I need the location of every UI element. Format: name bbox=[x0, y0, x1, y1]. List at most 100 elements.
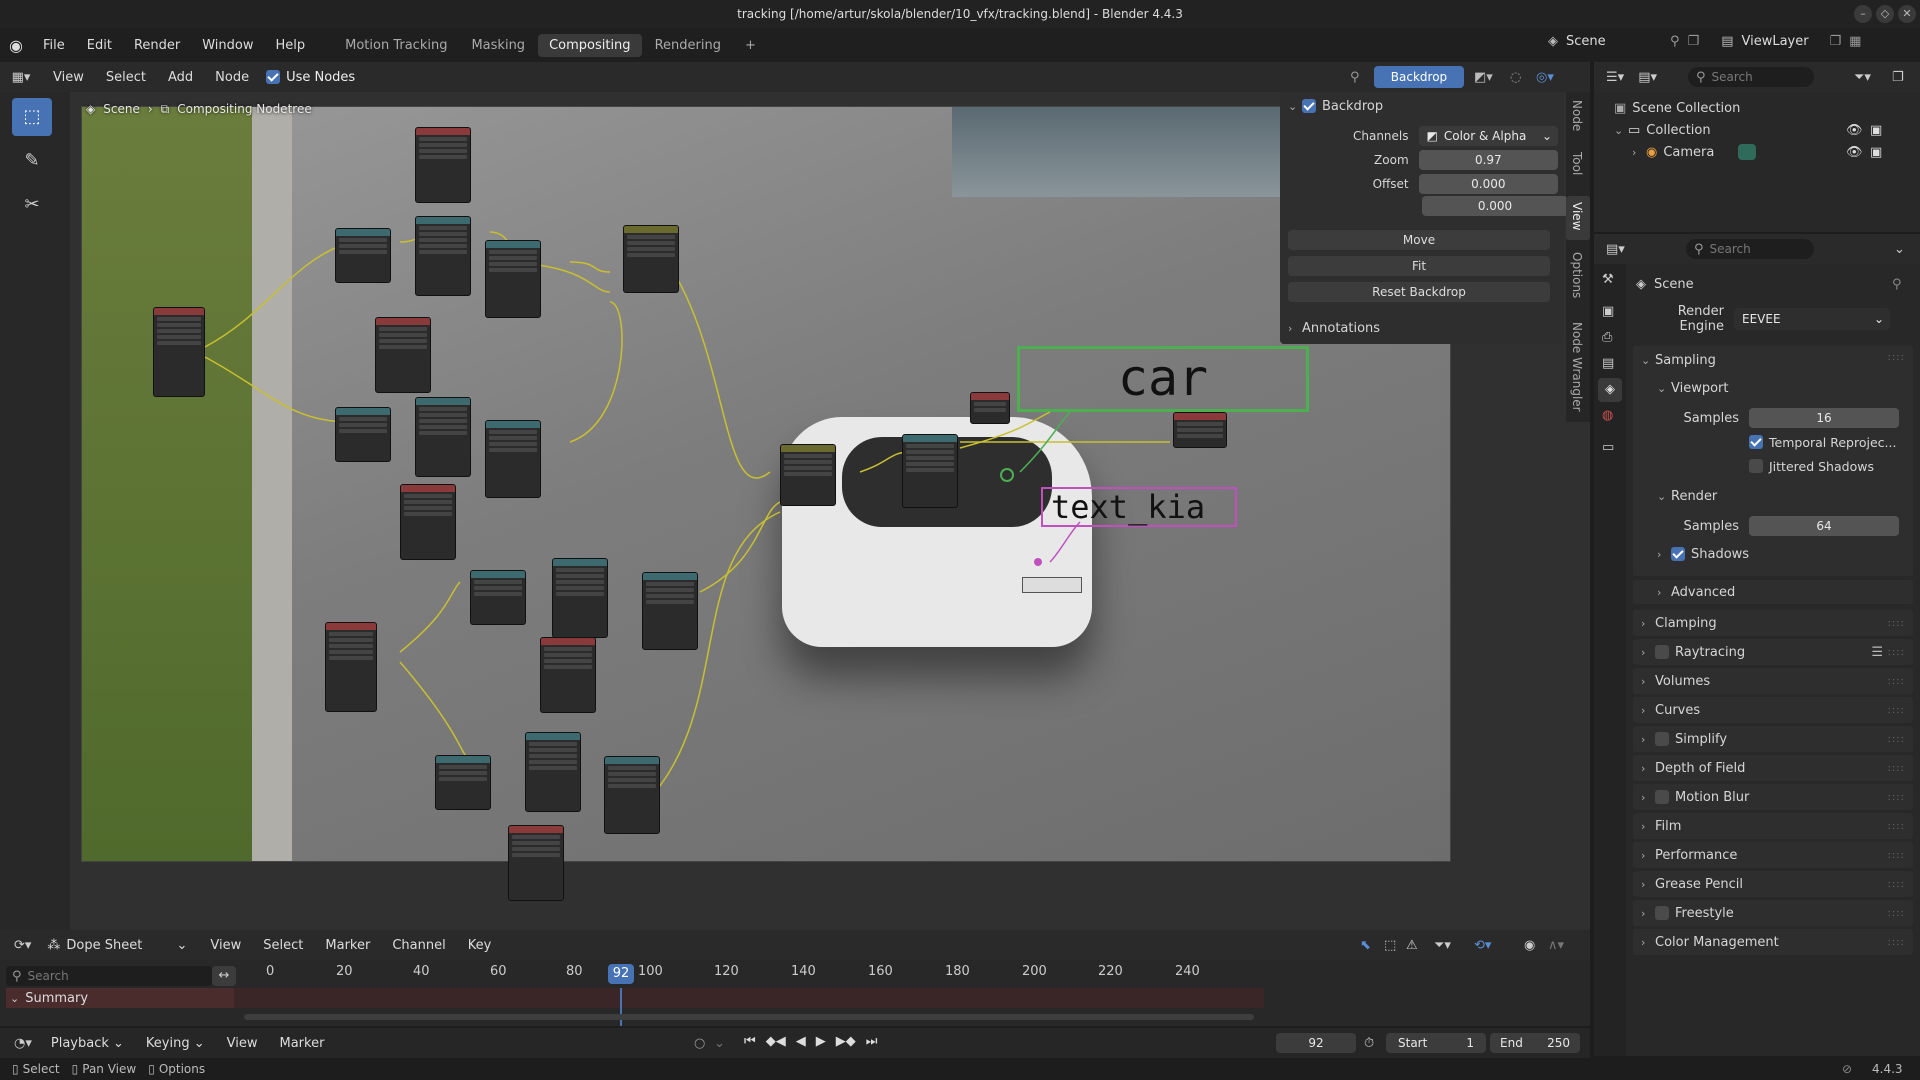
current-frame-field[interactable]: 92 bbox=[1276, 1033, 1356, 1053]
collection-render-camera-icon[interactable]: ▣ bbox=[1870, 123, 1882, 138]
list-icon[interactable]: ☰ bbox=[1871, 645, 1883, 660]
node-scale-1[interactable] bbox=[335, 228, 391, 283]
offset-y-field[interactable]: 0.000 bbox=[1422, 196, 1568, 216]
remove-layer-icon[interactable]: ▦ bbox=[1849, 34, 1861, 49]
collection-label[interactable]: Collection bbox=[1646, 123, 1710, 138]
scene-tab-icon[interactable]: ◈ bbox=[1598, 378, 1622, 402]
tab-tool[interactable]: Tool bbox=[1570, 152, 1584, 175]
pin-node-icon[interactable]: ⚲ bbox=[1350, 70, 1360, 85]
dope-menu-select[interactable]: Select bbox=[252, 938, 314, 953]
node-track-position-3[interactable] bbox=[540, 637, 596, 713]
timeline-editor-icon[interactable]: ◔▾ bbox=[14, 1036, 32, 1051]
dope-editor-type-icon[interactable]: ⟳▾ bbox=[14, 938, 31, 953]
node-translate-4[interactable] bbox=[485, 420, 541, 498]
filter-icon[interactable]: ⏷▾ bbox=[1854, 70, 1871, 85]
node-composite[interactable] bbox=[1173, 412, 1227, 448]
viewport-samples-field[interactable]: 16 bbox=[1749, 408, 1899, 428]
dope-menu-channel[interactable]: Channel bbox=[381, 938, 456, 953]
only-selected-icon[interactable]: ⬉ bbox=[1360, 938, 1371, 953]
copy-layer-icon[interactable]: ❐ bbox=[1829, 34, 1841, 49]
simplify-checkbox[interactable] bbox=[1655, 732, 1669, 746]
node-mix-2[interactable] bbox=[780, 444, 836, 506]
use-nodes-checkbox[interactable] bbox=[266, 70, 281, 84]
section-simplify[interactable]: › Simplify:::: bbox=[1633, 726, 1913, 752]
section-curves[interactable]: › Curves:::: bbox=[1633, 697, 1913, 723]
play-reverse-icon[interactable]: ◀ bbox=[796, 1034, 806, 1049]
node-viewer[interactable] bbox=[970, 392, 1010, 424]
shadows-expand-icon[interactable]: › bbox=[1657, 548, 1671, 561]
fit-button[interactable]: Fit bbox=[1288, 256, 1550, 276]
backdrop-channels-icon[interactable]: ◩▾ bbox=[1474, 70, 1493, 85]
node-menu-select[interactable]: Select bbox=[95, 70, 157, 85]
collection-collapse-icon[interactable]: ⌄ bbox=[1614, 124, 1628, 137]
render-collapse-icon[interactable]: ⌄ bbox=[1657, 490, 1671, 503]
backdrop-collapse-icon[interactable]: ⌄ bbox=[1288, 100, 1302, 113]
properties-options-icon[interactable]: ⌄ bbox=[1894, 242, 1905, 257]
reset-backdrop-button[interactable]: Reset Backdrop bbox=[1288, 282, 1550, 302]
camera-expand-icon[interactable]: › bbox=[1632, 146, 1646, 159]
view-layer-selector[interactable]: ViewLayer bbox=[1741, 34, 1821, 49]
jump-keyframe-back-icon[interactable]: ◆◀ bbox=[766, 1034, 786, 1049]
node-scale-3[interactable] bbox=[470, 570, 526, 625]
camera-data-icon[interactable] bbox=[1738, 144, 1757, 160]
advanced-label[interactable]: Advanced bbox=[1671, 585, 1735, 600]
menu-file[interactable]: File bbox=[32, 38, 76, 53]
node-translate-3[interactable] bbox=[415, 397, 471, 477]
overlay-icon[interactable]: ◎▾ bbox=[1536, 70, 1554, 85]
node-scale-2[interactable] bbox=[335, 407, 391, 462]
snap-dope-icon[interactable]: ⟲▾ bbox=[1474, 938, 1491, 953]
section-color-management[interactable]: › Color Management:::: bbox=[1633, 929, 1913, 955]
world-tab-icon[interactable]: ◍ bbox=[1602, 408, 1613, 423]
maximize-icon[interactable]: ◇ bbox=[1876, 5, 1894, 23]
tool-tab-icon[interactable]: ⚒ bbox=[1602, 272, 1614, 287]
node-editor-canvas[interactable]: car text_kia ◈ Scene › ⧉ Compositing Nod… bbox=[70, 92, 1590, 930]
tab-options[interactable]: Options bbox=[1570, 252, 1584, 298]
select-box-tool-icon[interactable]: ⬚ bbox=[12, 98, 52, 136]
end-frame-field[interactable]: End 250 bbox=[1490, 1033, 1580, 1053]
node-crop[interactable] bbox=[902, 434, 958, 508]
menu-help[interactable]: Help bbox=[265, 38, 317, 53]
auto-keying-icon[interactable]: ○ bbox=[694, 1036, 705, 1051]
horizontal-scrollbar[interactable] bbox=[244, 1014, 1254, 1020]
add-workspace-icon[interactable]: + bbox=[734, 34, 767, 57]
render-samples-field[interactable]: 64 bbox=[1749, 516, 1899, 536]
backdrop-button[interactable]: Backdrop bbox=[1374, 66, 1464, 88]
falloff-icon[interactable]: ∧▾ bbox=[1548, 938, 1564, 953]
close-icon[interactable]: ✕ bbox=[1898, 5, 1916, 23]
tab-node[interactable]: Node bbox=[1570, 100, 1584, 131]
sampling-collapse-icon[interactable]: ⌄ bbox=[1641, 354, 1655, 367]
node-mix-1[interactable] bbox=[623, 225, 679, 293]
timeline-menu-keying[interactable]: Keying ⌄ bbox=[135, 1036, 216, 1051]
jittered-shadows-checkbox[interactable] bbox=[1749, 459, 1763, 473]
offset-x-field[interactable]: 0.000 bbox=[1418, 174, 1558, 194]
node-menu-view[interactable]: View bbox=[42, 70, 95, 85]
node-movie-clip[interactable] bbox=[415, 127, 471, 203]
dope-menu-view[interactable]: View bbox=[199, 938, 252, 953]
section-depth-of-field[interactable]: › Depth of Field:::: bbox=[1633, 755, 1913, 781]
node-translate-2[interactable] bbox=[485, 240, 541, 318]
play-icon[interactable]: ▶ bbox=[816, 1034, 826, 1049]
section-volumes[interactable]: › Volumes:::: bbox=[1633, 668, 1913, 694]
pin-context-icon[interactable]: ⚲ bbox=[1892, 277, 1902, 292]
annotate-tool-icon[interactable]: ✎ bbox=[12, 142, 52, 180]
scene-selector[interactable]: Scene bbox=[1566, 34, 1662, 49]
dope-search-input[interactable]: ⚲ Search bbox=[6, 966, 212, 986]
jump-end-icon[interactable]: ⏭ bbox=[866, 1034, 878, 1049]
outliner-editor-icon[interactable]: ☰▾ bbox=[1606, 70, 1624, 85]
links-cut-tool-icon[interactable]: ✂ bbox=[12, 186, 52, 224]
node-translate-8[interactable] bbox=[604, 756, 660, 834]
show-hidden-icon[interactable]: ⬚ bbox=[1384, 938, 1396, 953]
only-errors-icon[interactable]: ⚠ bbox=[1406, 938, 1418, 953]
menu-edit[interactable]: Edit bbox=[76, 38, 123, 53]
node-menu-add[interactable]: Add bbox=[157, 70, 204, 85]
section-motion-blur[interactable]: › Motion Blur:::: bbox=[1633, 784, 1913, 810]
tab-view[interactable]: View bbox=[1570, 202, 1584, 230]
raytracing-checkbox[interactable] bbox=[1655, 645, 1669, 659]
move-button[interactable]: Move bbox=[1288, 230, 1550, 250]
scene-collection-label[interactable]: Scene Collection bbox=[1632, 101, 1740, 116]
menu-window[interactable]: Window bbox=[191, 38, 264, 53]
display-mode-icon[interactable]: ▤▾ bbox=[1638, 70, 1657, 85]
dope-menu-key[interactable]: Key bbox=[457, 938, 503, 953]
view-layer-tab-icon[interactable]: ▤ bbox=[1602, 356, 1614, 371]
node-translate-7[interactable] bbox=[525, 732, 581, 812]
